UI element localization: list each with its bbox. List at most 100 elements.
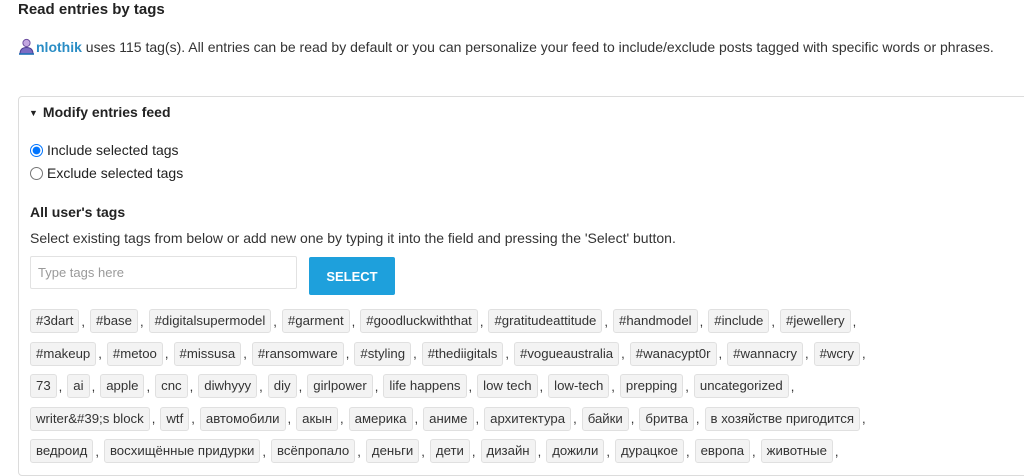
tag-separator: , xyxy=(630,411,635,426)
tag-chip[interactable]: #goodluckwiththat xyxy=(360,309,478,333)
tag-separator: , xyxy=(413,346,417,361)
tag-separator: , xyxy=(189,378,194,394)
tag-chip[interactable]: всёпропало xyxy=(271,439,356,463)
tag-chip[interactable]: #garment xyxy=(281,309,350,333)
tag-separator: , xyxy=(191,411,195,426)
tag-chip[interactable]: ai xyxy=(67,374,90,398)
tag-chip[interactable]: uncategorized xyxy=(693,374,789,398)
tag-chip[interactable]: акын xyxy=(296,406,339,431)
intro-text: nlothik uses 115 tag(s). All entries can… xyxy=(18,36,1018,58)
tag-separator: , xyxy=(351,313,356,329)
tag-chip[interactable]: #jewellery xyxy=(779,309,851,333)
username-link[interactable]: nlothik xyxy=(36,39,82,55)
tag-separator: , xyxy=(139,313,144,329)
tag-chip[interactable]: cnc xyxy=(155,374,188,398)
tag-separator: , xyxy=(340,411,344,426)
tag-chip[interactable]: восхищённые придурки xyxy=(103,439,261,463)
tag-chip[interactable]: #digitalsupermodel xyxy=(148,309,272,333)
panel-toggle[interactable]: ▼ Modify entries feed xyxy=(29,104,171,120)
tag-chip[interactable]: #missusa xyxy=(173,341,242,366)
tag-chip[interactable]: #gratitudeattitude xyxy=(488,309,603,333)
tag-chip[interactable]: 73 xyxy=(30,374,57,398)
tag-chip[interactable]: #styling xyxy=(354,341,412,366)
select-button[interactable]: SELECT xyxy=(309,257,395,295)
tag-chip[interactable]: дожили xyxy=(546,439,605,463)
tag-chip[interactable]: #wcry xyxy=(813,341,860,366)
intro-description: uses 115 tag(s). All entries can be read… xyxy=(81,39,994,55)
tag-chip[interactable]: дети xyxy=(429,439,470,463)
tag-row: 73, ai, apple, cnc, diwhyyy, diy, girlpower, li… xyxy=(30,373,1020,399)
tag-separator: , xyxy=(790,378,795,394)
tag-separator: , xyxy=(804,346,809,361)
tag-separator: , xyxy=(287,411,292,426)
tag-chip[interactable]: #metoo xyxy=(106,341,163,366)
page-heading: Read entries by tags xyxy=(18,1,165,18)
tag-chip[interactable]: diwhyyy xyxy=(198,374,258,398)
tag-separator: , xyxy=(771,313,775,329)
tag-chip[interactable]: #base xyxy=(90,309,138,333)
tag-separator: , xyxy=(685,443,690,459)
tag-row: writer&#39;s block, wtf, автомобили, акын, а… xyxy=(30,406,1020,432)
tag-chip[interactable]: в хозяйстве пригодится xyxy=(704,406,860,431)
tag-separator: , xyxy=(98,346,102,361)
tag-chip[interactable]: #wanacypt0r xyxy=(629,341,717,366)
tag-chip[interactable]: #makeup xyxy=(30,341,97,366)
tag-chip[interactable]: #include xyxy=(708,309,770,333)
tag-input[interactable] xyxy=(30,256,297,289)
exclude-label: Exclude selected tags xyxy=(47,165,184,181)
tag-separator: , xyxy=(695,411,700,426)
tag-chip[interactable]: #3dart xyxy=(30,309,80,333)
tag-separator: , xyxy=(243,346,247,361)
tag-chip[interactable]: аниме xyxy=(423,406,474,431)
tag-chip[interactable]: #ransomware xyxy=(251,341,344,366)
tag-chip[interactable]: #handmodel xyxy=(613,309,698,333)
tag-chip[interactable]: #thediigitals xyxy=(421,341,504,366)
tag-chip[interactable]: apple xyxy=(100,374,145,398)
tag-chip[interactable]: байки xyxy=(581,406,629,431)
tag-chip[interactable]: животные xyxy=(760,439,833,463)
tag-separator: , xyxy=(606,443,610,459)
tag-chip[interactable]: #vogueaustralia xyxy=(514,341,620,366)
exclude-option[interactable]: Exclude selected tags xyxy=(30,165,183,181)
tag-cloud: #3dart, #base, #digitalsupermodel, #garment… xyxy=(30,308,1020,471)
caret-down-icon: ▼ xyxy=(29,108,38,118)
tag-chip[interactable]: prepping xyxy=(619,374,684,398)
tag-chip[interactable]: life happens xyxy=(383,374,467,398)
tag-chip[interactable]: деньги xyxy=(365,439,420,463)
tag-chip[interactable]: бритва xyxy=(639,406,694,431)
include-option[interactable]: Include selected tags xyxy=(30,142,179,158)
tag-separator: , xyxy=(151,411,156,426)
tag-separator: , xyxy=(374,378,379,394)
tag-chip[interactable]: writer&#39;s block xyxy=(30,406,150,431)
tag-separator: , xyxy=(95,443,99,459)
include-label: Include selected tags xyxy=(47,142,179,158)
tag-chip[interactable]: girlpower xyxy=(307,374,373,398)
tag-separator: , xyxy=(146,378,151,394)
tag-chip[interactable]: автомобили xyxy=(199,406,286,431)
tag-separator: , xyxy=(471,443,476,459)
tag-chip[interactable]: wtf xyxy=(160,406,190,431)
tag-separator: , xyxy=(357,443,361,459)
tag-chip[interactable]: diy xyxy=(267,374,297,398)
tag-row: #3dart, #base, #digitalsupermodel, #garment… xyxy=(30,308,1020,334)
tag-separator: , xyxy=(421,443,425,459)
tag-chip[interactable]: дурацкое xyxy=(614,439,684,463)
tag-separator: , xyxy=(862,346,866,361)
tag-separator: , xyxy=(58,378,63,394)
tag-separator: , xyxy=(685,378,689,394)
tag-chip[interactable]: архитектура xyxy=(484,406,572,431)
tag-chip[interactable]: low tech xyxy=(477,374,538,398)
tag-chip[interactable]: #wannacry xyxy=(727,341,803,366)
tag-separator: , xyxy=(862,411,866,426)
tag-chip[interactable]: европа xyxy=(694,439,751,463)
tag-chip[interactable]: америка xyxy=(348,406,413,431)
tag-separator: , xyxy=(468,378,473,394)
tag-separator: , xyxy=(505,346,509,361)
tag-chip[interactable]: ведроид xyxy=(30,439,94,463)
exclude-radio[interactable] xyxy=(30,166,43,180)
include-radio[interactable] xyxy=(30,143,43,157)
tag-separator: , xyxy=(539,378,544,394)
user-icon[interactable] xyxy=(18,38,35,55)
tag-chip[interactable]: low-tech xyxy=(548,374,610,398)
tag-chip[interactable]: дизайн xyxy=(480,439,536,463)
